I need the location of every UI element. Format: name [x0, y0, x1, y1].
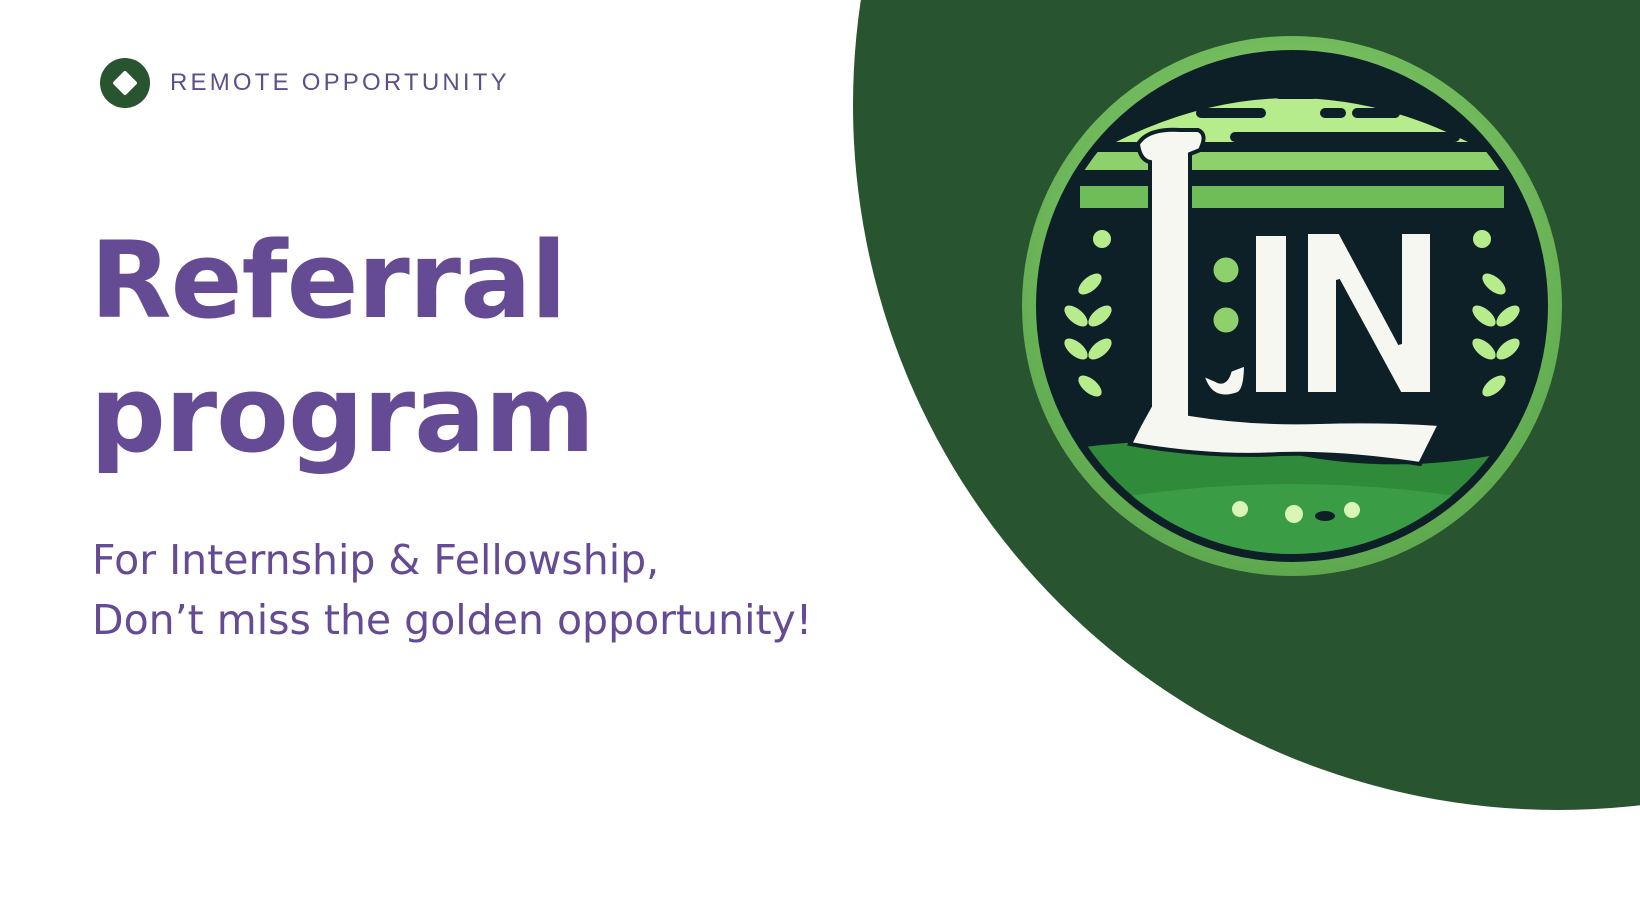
- subtitle-line-1: For Internship & Fellowship,: [92, 536, 660, 584]
- page-title: Referral program: [90, 214, 595, 482]
- subtitle-line-2: Don’t miss the golden opportunity!: [92, 596, 813, 644]
- slide: REMOTE OPPORTUNITY Referral program For …: [0, 0, 1640, 924]
- remote-opportunity-tag: REMOTE OPPORTUNITY: [100, 58, 510, 108]
- lin-emblem-logo: [1022, 36, 1562, 576]
- diamond-badge-icon: [100, 58, 150, 108]
- tag-label: REMOTE OPPORTUNITY: [170, 69, 510, 96]
- title-line-1: Referral: [90, 219, 567, 342]
- subtitle: For Internship & Fellowship, Don’t miss …: [92, 530, 812, 650]
- title-line-2: program: [90, 353, 595, 476]
